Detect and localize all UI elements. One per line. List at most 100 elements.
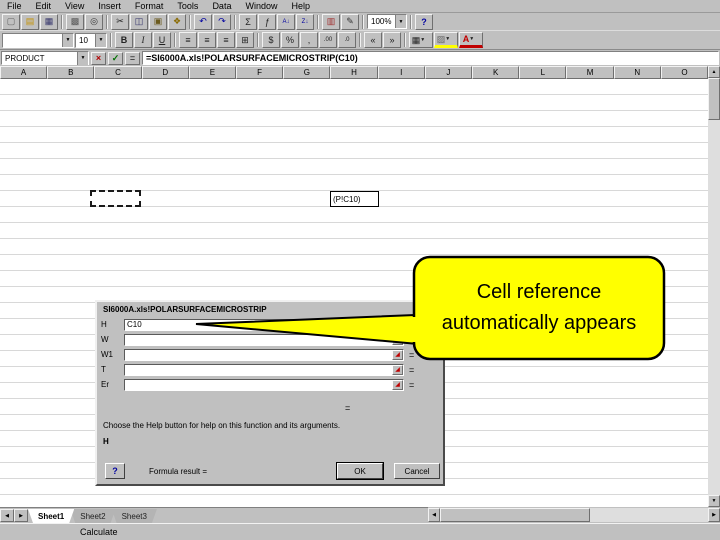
column-header[interactable]: F [236, 66, 284, 79]
underline-button[interactable]: U [153, 32, 171, 48]
edit-formula-button[interactable]: = [125, 51, 140, 65]
align-left-button[interactable]: ≡ [179, 32, 197, 48]
tab-sheet3[interactable]: Sheet3 [112, 509, 157, 523]
decrease-indent-button[interactable]: « [364, 32, 382, 48]
format-painter-button[interactable]: ❖ [168, 13, 186, 30]
new-button[interactable]: ▢ [2, 13, 20, 30]
paste-button[interactable]: ▣ [149, 13, 167, 30]
argument-input-er[interactable]: ◢ [124, 378, 404, 391]
argument-input-t[interactable]: ◢ [124, 363, 404, 376]
italic-button[interactable]: I [134, 32, 152, 48]
zoom-select[interactable]: 100% ▼ [367, 14, 407, 29]
font-color-button[interactable]: A ▼ [459, 32, 483, 48]
save-button[interactable]: ▦ [40, 13, 58, 30]
menu-window[interactable]: Window [238, 1, 284, 11]
formula-input[interactable]: =SI6000A.xls!POLARSURFACEMICROSTRIP(C10) [142, 51, 719, 65]
print-button[interactable]: ▩ [66, 13, 84, 30]
copy-button[interactable]: ◫ [130, 13, 148, 30]
collapse-dialog-icon[interactable]: ◢ [392, 364, 403, 375]
help-button[interactable]: ? [415, 13, 433, 30]
tab-sheet2[interactable]: Sheet2 [70, 509, 115, 523]
font-size-select[interactable]: 10 ▼ [75, 32, 107, 48]
column-header[interactable]: C [94, 66, 142, 79]
vertical-scroll-thumb[interactable] [708, 78, 720, 120]
increase-decimal-button[interactable]: .00 [319, 32, 337, 48]
percent-style-button[interactable]: % [281, 32, 299, 48]
column-header[interactable]: K [472, 66, 520, 79]
column-header[interactable]: L [519, 66, 567, 79]
align-right-button[interactable]: ≡ [217, 32, 235, 48]
next-sheet-button[interactable]: ▶ [14, 509, 28, 522]
scroll-track[interactable] [590, 508, 708, 522]
menu-help[interactable]: Help [284, 1, 317, 11]
menu-view[interactable]: View [58, 1, 91, 11]
borders-button[interactable]: ▦ ▼ [409, 32, 433, 48]
menu-file[interactable]: File [0, 1, 29, 11]
chevron-down-icon[interactable]: ▼ [469, 36, 479, 42]
redo-button[interactable]: ↷ [213, 13, 231, 30]
currency-style-button[interactable]: $ [262, 32, 280, 48]
autosum-button[interactable]: Σ [239, 13, 257, 30]
ok-button[interactable]: OK [337, 463, 383, 479]
horizontal-scrollbar[interactable]: ◀ ▶ [428, 508, 720, 522]
paste-function-button[interactable]: ƒ [258, 13, 276, 30]
drawing-button[interactable]: ✎ [341, 13, 359, 30]
fill-color-button[interactable]: ▨ ▼ [434, 32, 458, 48]
collapse-dialog-icon[interactable]: ◢ [392, 334, 403, 345]
print-preview-button[interactable]: ◎ [85, 13, 103, 30]
scroll-down-button[interactable]: ▼ [708, 495, 720, 507]
font-name-select[interactable]: ▼ [2, 32, 74, 48]
scroll-up-button[interactable]: ▲ [708, 66, 720, 78]
menu-edit[interactable]: Edit [29, 1, 59, 11]
align-center-button[interactable]: ≡ [198, 32, 216, 48]
vertical-scrollbar[interactable]: ▲ ▼ [708, 66, 720, 507]
open-button[interactable]: ▤ [21, 13, 39, 30]
increase-indent-button[interactable]: » [383, 32, 401, 48]
chevron-down-icon[interactable]: ▼ [62, 33, 73, 47]
scroll-right-button[interactable]: ▶ [708, 508, 720, 522]
dialog-help-button[interactable]: ? [105, 463, 125, 479]
collapse-dialog-icon[interactable]: ◢ [392, 379, 403, 390]
menu-format[interactable]: Format [128, 1, 171, 11]
scroll-left-button[interactable]: ◀ [428, 508, 440, 522]
column-header[interactable]: N [613, 66, 661, 79]
column-header[interactable]: J [424, 66, 473, 79]
chevron-down-icon[interactable]: ▼ [445, 36, 455, 42]
enter-formula-button[interactable]: ✓ [108, 51, 123, 65]
merge-center-button[interactable]: ⊞ [236, 32, 254, 48]
chevron-down-icon[interactable]: ▼ [395, 15, 406, 28]
argument-input-h[interactable]: C10 ◢ [124, 318, 404, 331]
comma-style-button[interactable]: , [300, 32, 318, 48]
menu-data[interactable]: Data [205, 1, 238, 11]
cancel-formula-button[interactable]: × [91, 51, 106, 65]
cut-button[interactable]: ✂ [111, 13, 129, 30]
name-box[interactable]: PRODUCT ▼ [1, 51, 89, 65]
collapse-dialog-icon[interactable]: ◢ [392, 349, 403, 360]
previous-sheet-button[interactable]: ◀ [0, 509, 14, 522]
argument-input-w1[interactable]: ◢ [124, 348, 404, 361]
tab-sheet1[interactable]: Sheet1 [28, 509, 74, 523]
column-header[interactable]: M [566, 66, 614, 79]
column-header[interactable]: O [660, 66, 709, 79]
undo-button[interactable]: ↶ [194, 13, 212, 30]
decrease-decimal-button[interactable]: .0 [338, 32, 356, 48]
sort-ascending-button[interactable]: A↓ [277, 13, 295, 30]
menu-insert[interactable]: Insert [91, 1, 128, 11]
column-header[interactable]: E [188, 66, 237, 79]
chevron-down-icon[interactable]: ▼ [95, 33, 106, 47]
column-header[interactable]: I [377, 66, 425, 79]
column-header[interactable]: B [47, 66, 95, 79]
column-header[interactable]: H [330, 66, 378, 79]
column-header[interactable]: G [283, 66, 331, 79]
chart-wizard-button[interactable]: ▥ [322, 13, 340, 30]
cancel-button[interactable]: Cancel [394, 463, 440, 479]
chevron-down-icon[interactable]: ▼ [420, 37, 430, 43]
collapse-dialog-icon[interactable]: ◢ [392, 319, 403, 330]
column-header[interactable]: D [141, 66, 189, 79]
bold-button[interactable]: B [115, 32, 133, 48]
sort-descending-button[interactable]: Z↓ [296, 13, 314, 30]
chevron-down-icon[interactable]: ▼ [77, 51, 88, 65]
column-header[interactable]: A [0, 66, 48, 79]
argument-input-w[interactable]: ◢ [124, 333, 404, 346]
menu-tools[interactable]: Tools [170, 1, 205, 11]
